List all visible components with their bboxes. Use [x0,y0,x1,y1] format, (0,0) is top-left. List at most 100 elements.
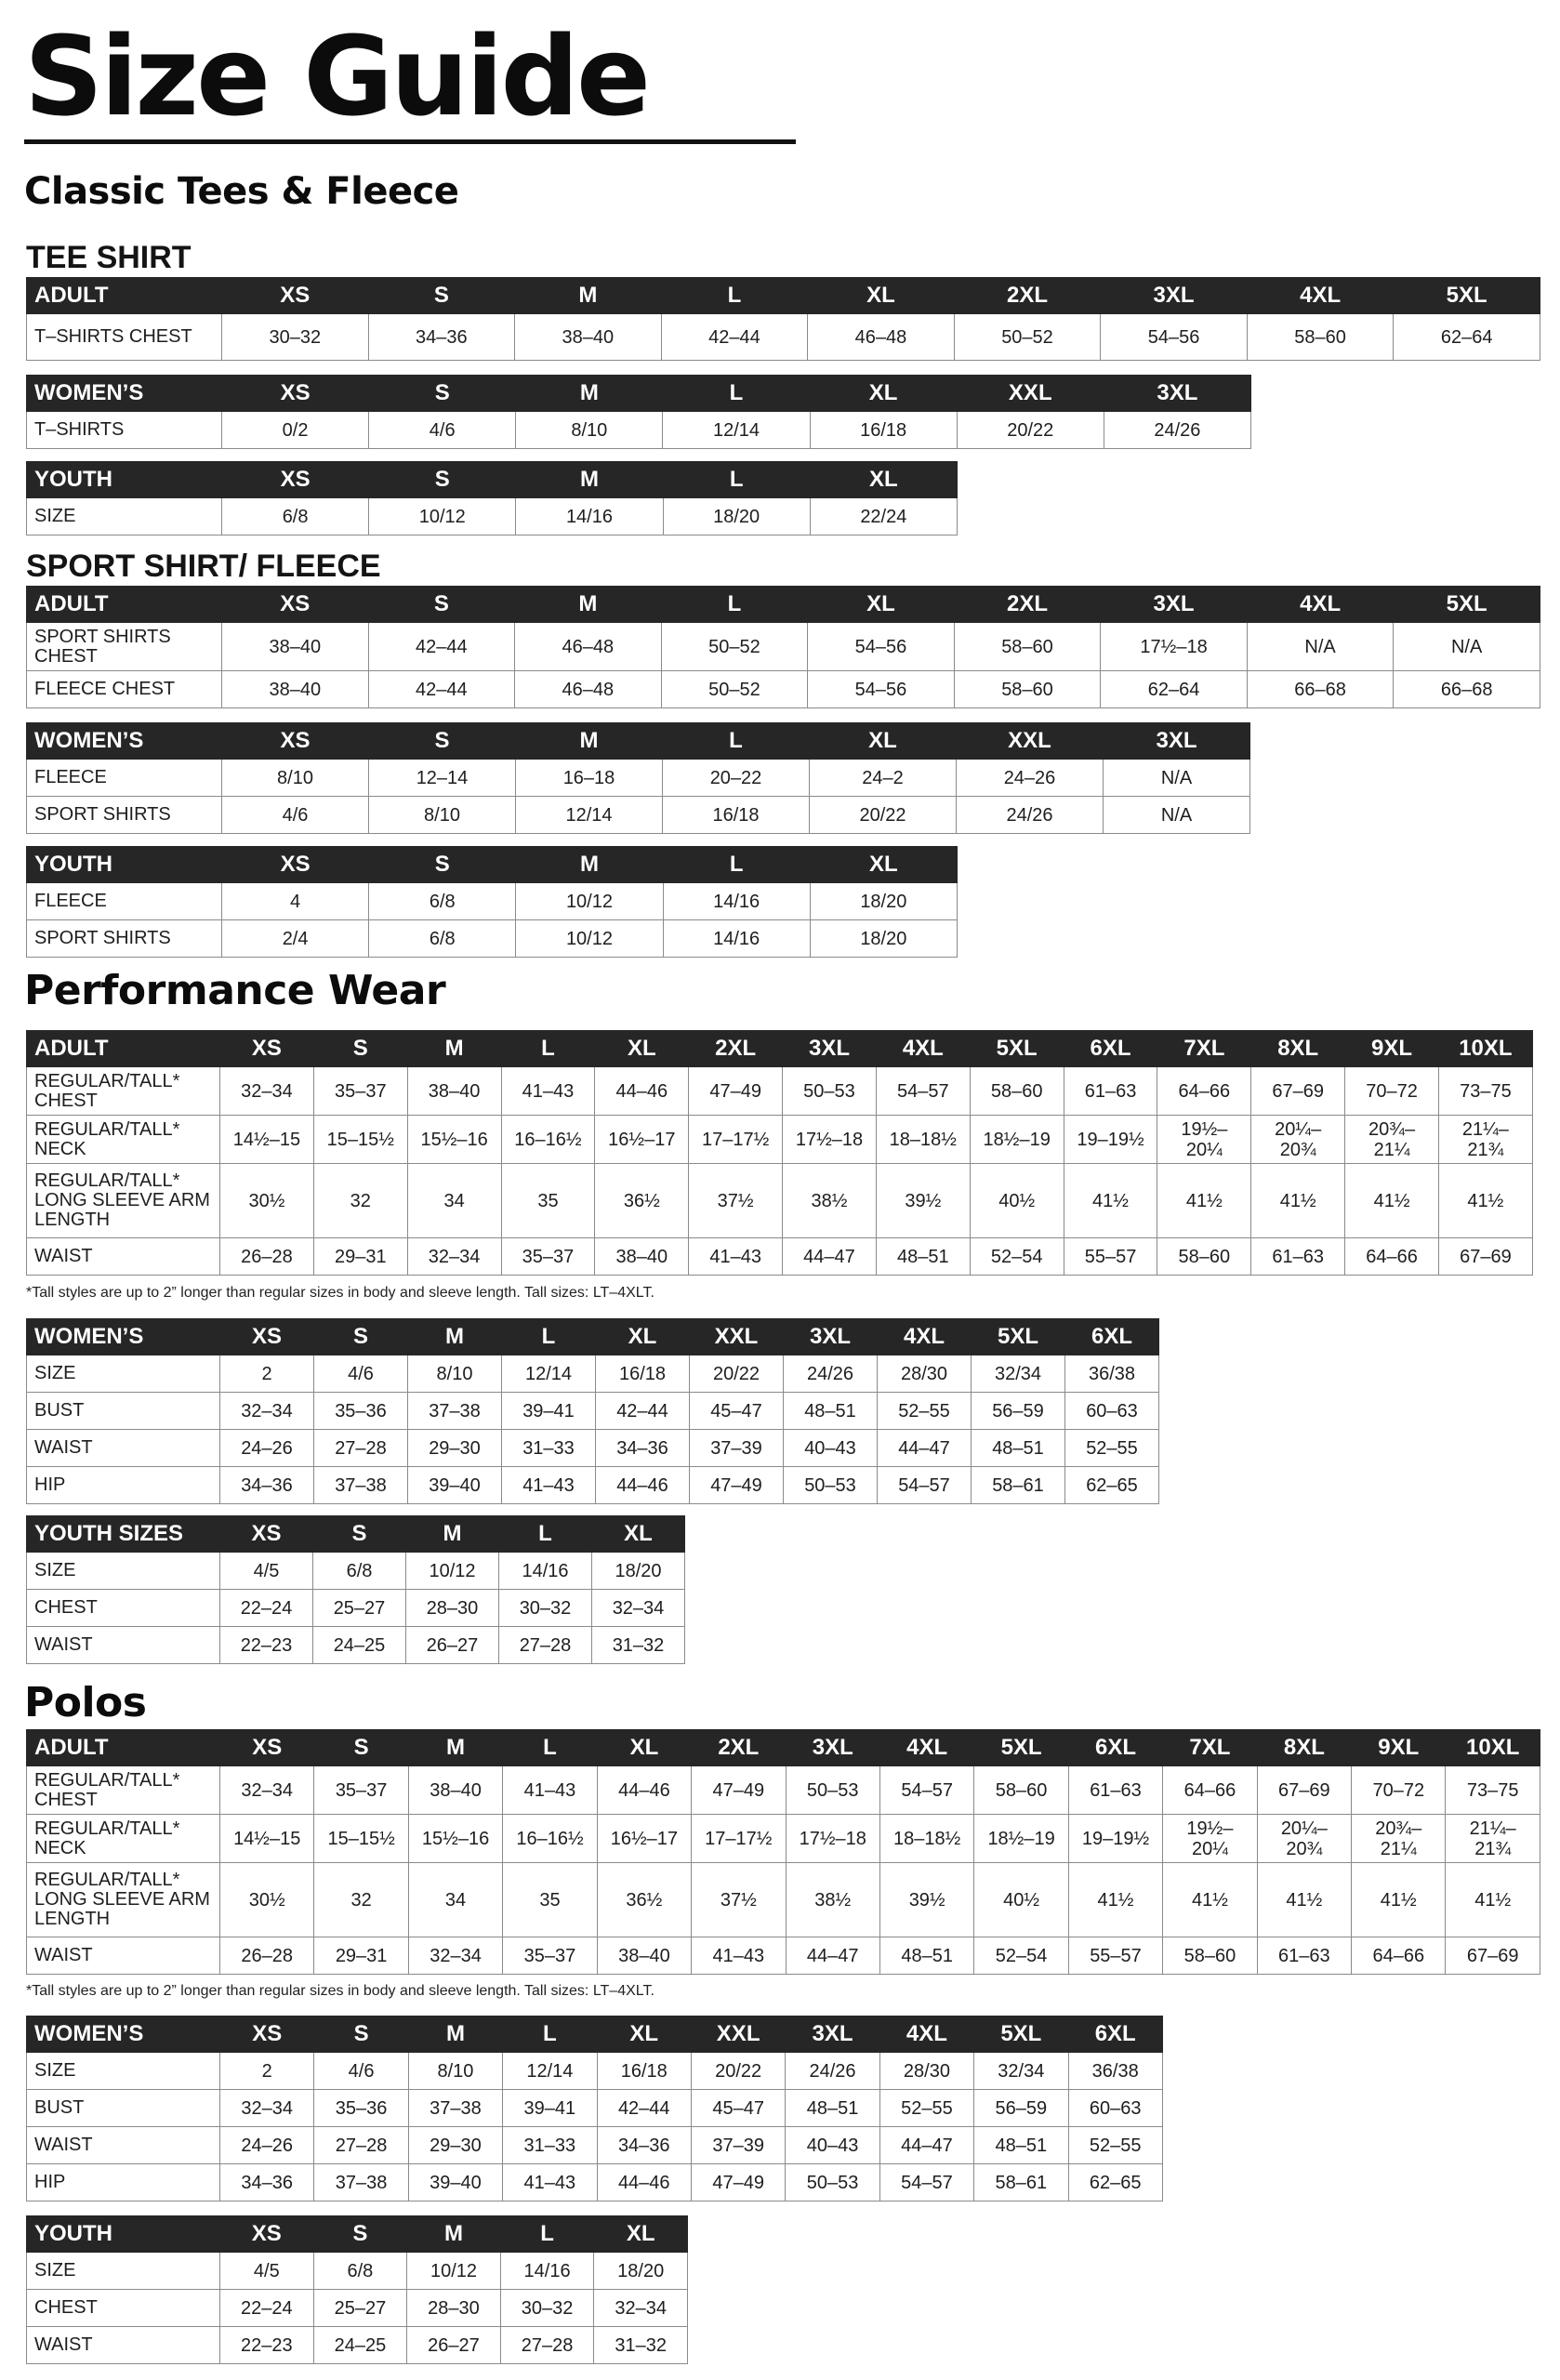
size-cell: 27–28 [313,2126,409,2164]
size-cell: 41–43 [688,1237,784,1276]
size-cell: 17–17½ [691,1814,787,1863]
size-cell: 58–60 [953,670,1102,708]
size-cell: 16–18 [515,759,663,797]
row-label: SIZE [26,497,222,536]
size-cell: 54–57 [879,1765,975,1815]
header-size-label: XL [591,1515,685,1553]
size-cell: 50–52 [953,313,1102,361]
size-cell: 41½ [1250,1163,1346,1238]
size-cell: 52–55 [877,1392,972,1430]
size-cell: 20/22 [809,796,957,834]
table-row: SIZE 2 4/6 8/10 12/14 16/18 20/22 24/26 28/30 32/… [26,2052,1163,2090]
size-cell: 40½ [973,1862,1069,1937]
header-size-label: 10XL [1437,1030,1533,1067]
table-row: REGULAR/TALL* CHEST 32–34 35–37 38–40 41–43 4… [26,1066,1533,1116]
header-size-label: M [514,277,662,314]
header-size-label: XS [220,375,370,412]
row-label: WAIST [26,1626,220,1664]
header-group-label: ADULT [26,586,222,623]
size-cell: 34–36 [596,2126,692,2164]
size-cell: 22–23 [219,1626,313,1664]
header-size-label: M [405,1515,499,1553]
size-cell: 20/22 [689,1355,784,1393]
size-cell: 8/10 [407,2052,504,2090]
row-label: WAIST [26,1937,220,1975]
size-cell: 10/12 [515,919,664,958]
header-size-label: 2XL [953,586,1102,623]
size-cell: 36/38 [1067,2052,1163,2090]
table-row: SPORT SHIRTS CHEST 38–40 42–44 46–48 50–52 54… [26,622,1540,671]
header-size-label: M [515,461,664,498]
table-row: SIZE 2 4/6 8/10 12/14 16/18 20/22 24/26 28/30 32/… [26,1355,1159,1393]
size-cell: 41½ [1067,1862,1164,1937]
table-row: WAIST 22–23 24–25 26–27 27–28 31–32 [26,1626,685,1664]
header-size-label: L [660,586,809,623]
table-row: HIP 34–36 37–38 39–40 41–43 44–46 47–49 50–53 54… [26,1466,1159,1504]
size-cell: 22–23 [219,2326,314,2364]
size-cell: 37–38 [407,2089,504,2127]
size-cell: 47–49 [689,1466,784,1504]
size-cell: N/A [1103,759,1250,797]
header-size-label: L [502,2016,598,2053]
size-cell: 61–63 [1063,1066,1158,1116]
row-label: HIP [26,1466,220,1504]
size-cell: 41½ [1344,1163,1439,1238]
performance-women-table: WOMEN’S XS S M L XL XXL 3XL 4XL 5XL 6XL SIZE 2 4/6 8/1… [26,1318,1159,1504]
size-cell: 16½–17 [594,1115,690,1164]
row-label: SIZE [26,2052,220,2090]
header-size-label: 5XL [969,1030,1064,1067]
size-cell: 27–28 [498,1626,592,1664]
table-row: WAIST 26–28 29–31 32–34 35–37 38–40 41–43 44–47… [26,1237,1533,1276]
header-size-label: M [406,2215,501,2253]
header-size-label: L [662,375,811,412]
header-size-label: L [501,1318,596,1355]
size-cell: 42–44 [660,313,809,361]
size-cell: 67–69 [1250,1066,1346,1116]
size-cell: 25–27 [312,2289,408,2327]
size-cell: 25–27 [312,1589,406,1627]
size-cell: 42–44 [596,2089,692,2127]
size-cell: 6/8 [220,497,370,536]
header-size-label: 2XL [691,1729,787,1766]
size-cell: 35–37 [502,1937,598,1975]
table-row: WAIST 26–28 29–31 32–34 35–37 38–40 41–43 44–47… [26,1937,1540,1975]
table-row: SIZE 4/5 6/8 10/12 14/16 18/20 [26,1552,685,1590]
header-size-label: M [407,2016,504,2053]
size-cell: 32–34 [407,1937,504,1975]
header-size-label: L [660,277,809,314]
size-cell: 38–40 [514,313,662,361]
size-cell: 41½ [1256,1862,1353,1937]
size-cell: 38–40 [407,1765,504,1815]
size-cell: 62–64 [1393,313,1540,361]
size-cell: 34–36 [219,1466,314,1504]
size-cell: 41½ [1162,1862,1258,1937]
size-cell: 0/2 [220,411,370,449]
size-cell: 54–56 [807,670,955,708]
size-cell: 44–46 [596,1765,693,1815]
size-cell: 58–60 [973,1765,1069,1815]
size-cell: 14/16 [498,1552,592,1590]
size-cell: 14/16 [499,2252,595,2290]
header-size-label: XS [219,1030,314,1067]
size-cell: 28–30 [405,1589,499,1627]
size-cell: 45–47 [689,1392,784,1430]
size-cell: 67–69 [1437,1237,1533,1276]
row-label: REGULAR/TALL* NECK [26,1814,220,1863]
size-cell: 24–25 [312,2326,408,2364]
size-cell: 20¼– 20¾ [1250,1115,1346,1164]
size-cell: 37–39 [689,1429,784,1467]
size-cell: 34 [406,1163,502,1238]
table-row: SPORT SHIRTS 2/4 6/8 10/12 14/16 18/20 [26,919,958,958]
size-cell: 31–32 [591,1626,685,1664]
table-row: CHEST 22–24 25–27 28–30 30–32 32–34 [26,2289,688,2327]
size-cell: 22/24 [809,497,958,536]
header-size-label: XS [221,586,369,623]
header-size-label: XS [220,461,370,498]
size-cell: 50–53 [785,1765,880,1815]
table-header-row: ADULT XS S M L XL 2XL 3XL 4XL 5XL [26,586,1540,623]
size-cell: 16/18 [595,1355,690,1393]
size-cell: 22–24 [219,1589,313,1627]
header-size-label: S [313,1729,409,1766]
row-label: WAIST [26,1429,220,1467]
header-size-label: 5XL [1393,277,1540,314]
